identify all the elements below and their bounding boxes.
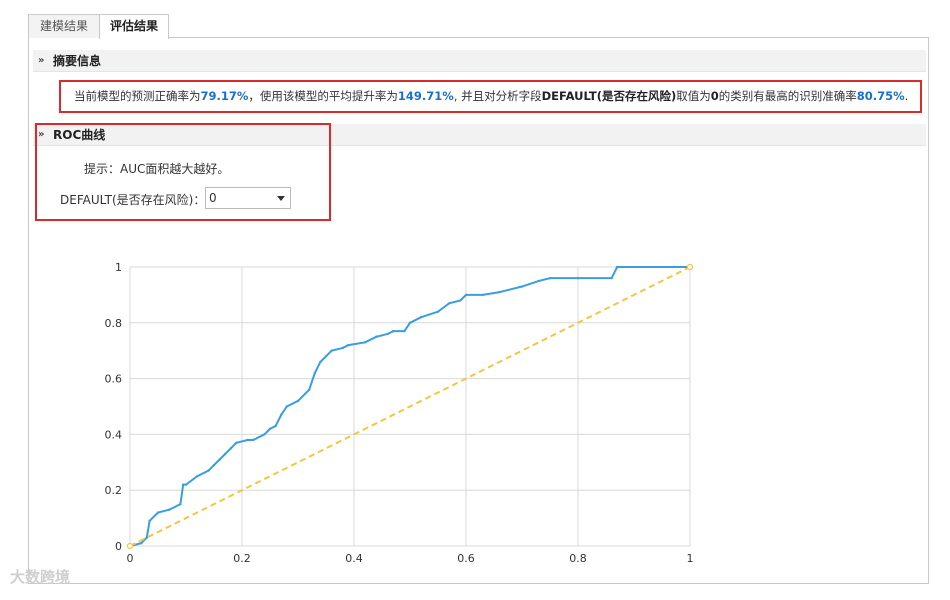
x-tick-label: 0.6 [457, 552, 475, 565]
x-tick-label: 1 [687, 552, 694, 565]
roc-point [280, 413, 283, 417]
roc-point [313, 371, 316, 375]
roc-point [616, 265, 619, 269]
lift-value: 149.71% [397, 89, 454, 103]
class-accuracy-value: 80.75% [856, 89, 905, 103]
roc-point [184, 483, 188, 486]
roc-point [235, 441, 238, 444]
roc-point [576, 276, 580, 280]
x-tick-label: 0.8 [569, 552, 587, 565]
tab-modeling-result[interactable]: 建模结果 [28, 14, 100, 38]
roc-point [548, 276, 552, 280]
roc-point [403, 329, 406, 333]
collapse-chevron-icon: » [38, 55, 45, 66]
watermark: 大数跨境 [10, 568, 71, 586]
y-tick-label: 0.4 [105, 428, 123, 441]
roc-chart: 0 0.2 0.4 0.6 0.8 1 0 0.2 0.4 0.6 0.8 1 [105, 261, 694, 565]
roc-point [459, 299, 462, 302]
roc-point [347, 343, 350, 347]
roc-point [436, 310, 440, 313]
chart-series [126, 263, 694, 550]
y-tick-label: 0.6 [105, 373, 123, 386]
roc-point [498, 290, 501, 294]
y-tick-label: 0.8 [105, 317, 123, 330]
summary-text-part: 取值为 [676, 89, 711, 103]
tab-evaluation-result[interactable]: 评估结果 [99, 14, 169, 39]
x-tick-label: 0 [127, 552, 134, 565]
roc-point [229, 447, 232, 450]
accuracy-value: 79.17% [200, 89, 249, 103]
summary-header-label: 摘要信息 [53, 54, 102, 68]
roc-hint: 提示：AUC面积越大越好。 [84, 162, 230, 176]
roc-point [319, 360, 322, 364]
roc-point [268, 427, 272, 431]
roc-point [375, 335, 378, 338]
dropdown-arrow-icon [277, 196, 285, 201]
roc-point [252, 438, 255, 442]
x-tick-label: 0.4 [345, 552, 363, 565]
roc-point [148, 519, 151, 523]
summary-text-part: ，使用该模型的平均提升率为 [248, 89, 398, 103]
roc-point [168, 508, 171, 511]
summary-text-part: 当前模型的预测正确率为 [74, 89, 201, 103]
summary-text-part: 的类别有最高的识别准确率 [718, 89, 857, 103]
y-tick-label: 1 [115, 261, 122, 274]
summary-text-part: . [904, 89, 909, 103]
class-select[interactable]: 0 [205, 187, 291, 209]
roc-point [610, 276, 613, 280]
roc-point [392, 329, 395, 333]
roc-point [408, 321, 412, 324]
y-tick-label: 0.2 [105, 484, 123, 497]
roc-point [145, 536, 148, 539]
roc-point [420, 316, 423, 319]
roc-point [364, 341, 367, 344]
roc-point [224, 452, 227, 456]
roc-point [140, 542, 143, 545]
roc-point [481, 293, 484, 297]
roc-point [285, 405, 288, 408]
summary-text-part: , 并且对分析字段 [453, 89, 542, 103]
y-tick-label: 0 [115, 540, 122, 553]
tab-bar: 建模结果 评估结果 [28, 14, 929, 39]
x-tick-label: 0.2 [233, 552, 251, 565]
roc-point [520, 285, 524, 288]
roc-point [218, 458, 221, 461]
roc-point [196, 475, 199, 478]
roc-point [263, 433, 266, 436]
roc-point [156, 511, 160, 514]
roc-point [207, 469, 210, 472]
roc-point [386, 332, 389, 336]
analysis-field: DEFAULT(是否存在风险) [541, 89, 677, 103]
class-select-label: DEFAULT(是否存在风险)： [60, 193, 206, 207]
summary-text: 当前模型的预测正确率为79.17%，使用该模型的平均提升率为149.71%, 并… [59, 80, 922, 113]
class-select-value: 0 [209, 191, 217, 205]
diagonal-reference-line [129, 266, 691, 547]
roc-point [274, 424, 277, 428]
roc-point [212, 463, 216, 467]
roc-point [330, 349, 333, 352]
roc-point [324, 355, 328, 358]
roc-point [448, 302, 451, 305]
class-value: 0 [710, 89, 719, 103]
roc-point [246, 438, 249, 442]
diagonal-point [126, 542, 134, 550]
roc-point [464, 293, 468, 297]
roc-point [308, 388, 311, 391]
diagonal-point [686, 263, 694, 271]
roc-point [182, 483, 185, 486]
roc-point [341, 346, 344, 350]
summary-section-header[interactable]: » 摘要信息 [33, 50, 926, 72]
roc-point [179, 502, 182, 506]
roc-point [296, 399, 300, 403]
roc-point [537, 279, 540, 283]
